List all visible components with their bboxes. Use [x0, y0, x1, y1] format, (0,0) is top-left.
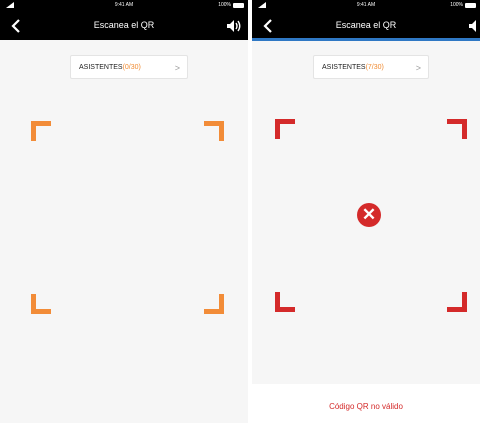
- scanner-screen-default: 9:41 AM 100% Escanea el QR ASISTENTES(0/…: [0, 0, 248, 423]
- attendees-label: ASISTENTES: [322, 64, 366, 71]
- error-message-bar: Código QR no válido: [252, 384, 480, 423]
- status-bar: 9:41 AM 100%: [0, 0, 248, 11]
- scanner-screen-error: 9:41 AM 100% Escanea el QR ASISTENTES(7/…: [252, 0, 480, 423]
- battery-icon: [465, 3, 476, 8]
- battery-icon: [233, 3, 244, 8]
- scan-frame-corner-top-right: [204, 121, 224, 141]
- speaker-icon[interactable]: [226, 19, 242, 33]
- scan-frame-corner-top-left: [275, 119, 295, 139]
- page-title: Escanea el QR: [335, 20, 397, 30]
- battery-percent: 100%: [450, 2, 463, 8]
- attendees-button[interactable]: ASISTENTES(7/30) >: [313, 55, 429, 79]
- status-time: 9:41 AM: [356, 2, 376, 8]
- chevron-right-icon: >: [415, 63, 421, 73]
- scan-frame-corner-top-left: [31, 121, 51, 141]
- nav-bar: Escanea el QR: [0, 11, 248, 40]
- scan-frame-corner-bottom-left: [31, 294, 51, 314]
- battery-percent: 100%: [218, 2, 231, 8]
- error-message: Código QR no válido: [329, 402, 403, 411]
- scan-frame-corner-bottom-right: [204, 294, 224, 314]
- attendees-count: (0/30): [122, 64, 141, 71]
- scan-frame-corner-bottom-right: [447, 292, 467, 312]
- page-title: Escanea el QR: [93, 20, 155, 30]
- scan-frame-corner-top-right: [447, 119, 467, 139]
- attendees-count: (7/30): [365, 64, 384, 71]
- nav-bar: Escanea el QR: [252, 11, 480, 41]
- status-time: 9:41 AM: [114, 2, 134, 8]
- chevron-right-icon: >: [174, 63, 180, 73]
- attendees-button[interactable]: ASISTENTES(0/30) >: [70, 55, 188, 79]
- speaker-icon[interactable]: [468, 19, 480, 33]
- scan-frame-corner-bottom-left: [275, 292, 295, 312]
- status-bar: 9:41 AM 100%: [252, 0, 480, 11]
- error-x-icon: ✕: [357, 203, 381, 227]
- attendees-label: ASISTENTES: [79, 64, 123, 71]
